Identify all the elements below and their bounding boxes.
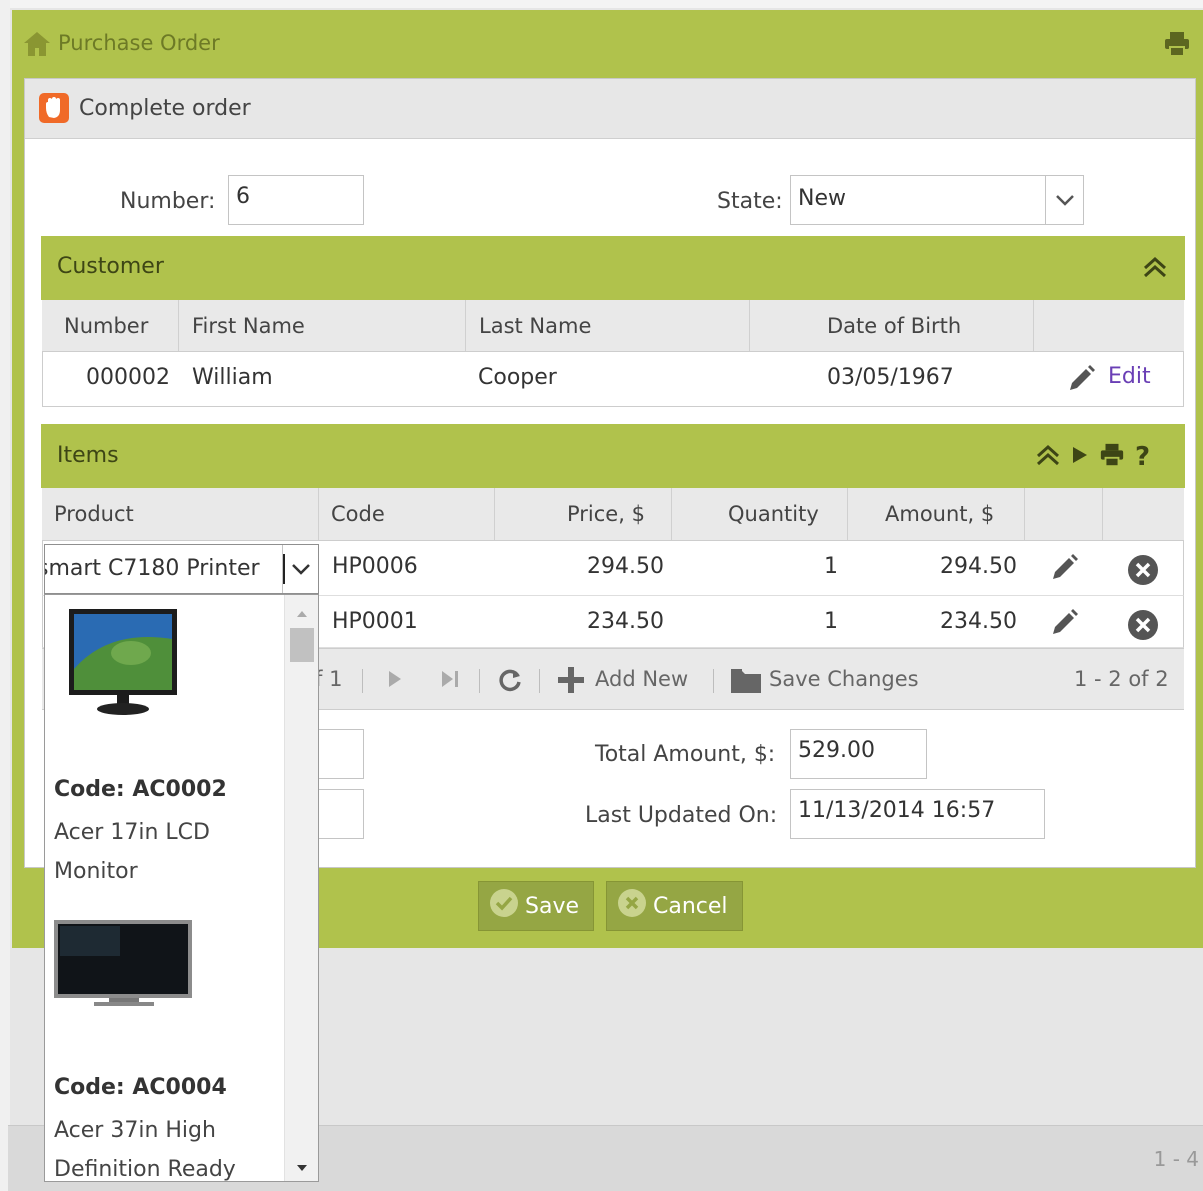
background-left-edge <box>0 0 10 1191</box>
last-updated-field[interactable]: 11/13/2014 16:57 <box>790 789 1045 839</box>
help-icon[interactable]: ? <box>1135 444 1150 470</box>
items-toolbar: ? <box>1035 442 1150 472</box>
customer-panel-title: Customer <box>57 254 164 279</box>
pencil-icon[interactable] <box>1048 552 1080 590</box>
item-quantity: 1 <box>824 554 838 579</box>
hand-icon <box>39 93 69 123</box>
item-price: 234.50 <box>587 609 664 634</box>
column-header-last-name[interactable]: Last Name <box>479 300 591 351</box>
delete-icon[interactable] <box>1127 554 1159 592</box>
column-header-code[interactable]: Code <box>331 488 385 540</box>
option-name[interactable]: Acer 37in High Definition Ready <box>54 1111 274 1181</box>
product-combobox[interactable]: smart C7180 Printer <box>44 544 319 594</box>
column-header-amount[interactable]: Amount, $ <box>885 488 994 540</box>
home-icon <box>22 29 52 63</box>
column-header-date-of-birth[interactable]: Date of Birth <box>827 300 961 351</box>
background-strip <box>0 0 1203 8</box>
state-select[interactable]: New <box>790 175 1084 225</box>
save-button[interactable]: Save <box>478 881 594 931</box>
items-panel-header[interactable] <box>41 424 1185 488</box>
state-value: New <box>798 186 846 211</box>
number-field[interactable]: 6 <box>228 175 364 225</box>
collapse-icon[interactable] <box>1142 255 1168 283</box>
customer-panel-header[interactable] <box>41 236 1185 300</box>
window-title: Purchase Order <box>58 31 220 55</box>
print-icon[interactable] <box>1163 30 1191 62</box>
pager-range: 1 - 2 of 2 <box>1074 667 1169 691</box>
last-updated-label: Last Updated On: <box>585 803 778 828</box>
total-amount-label: Total Amount, $: <box>595 742 776 767</box>
cancel-button-label: Cancel <box>653 893 728 919</box>
monitor-image-icon <box>69 609 179 723</box>
delete-icon[interactable] <box>1127 609 1159 647</box>
last-page-icon[interactable] <box>440 669 460 694</box>
item-price: 294.50 <box>587 554 664 579</box>
save-changes-button[interactable]: Save Changes <box>769 667 919 691</box>
chevron-down-icon[interactable] <box>282 545 318 593</box>
product-dropdown-list[interactable]: Code: AC0002 Acer 17in LCD Monitor Code:… <box>44 594 319 1182</box>
option-code[interactable]: Code: AC0004 <box>54 1075 227 1100</box>
pencil-icon[interactable] <box>1048 607 1080 645</box>
customer-number: 000002 <box>86 365 170 390</box>
folder-icon[interactable] <box>729 665 763 700</box>
collapse-icon[interactable] <box>1035 443 1061 471</box>
customer-dob: 03/05/1967 <box>827 365 954 390</box>
refresh-icon[interactable] <box>497 667 523 698</box>
column-header-product[interactable]: Product <box>54 488 134 540</box>
play-icon[interactable] <box>1071 444 1089 470</box>
items-panel-title: Items <box>57 443 119 468</box>
next-page-icon[interactable] <box>387 669 403 694</box>
cancel-button[interactable]: Cancel <box>606 881 743 931</box>
column-header-price[interactable]: Price, $ <box>567 488 645 540</box>
save-button-label: Save <box>525 893 580 919</box>
scrollbar-thumb[interactable] <box>290 628 314 662</box>
option-code[interactable]: Code: AC0002 <box>54 777 227 802</box>
add-icon[interactable] <box>556 665 586 700</box>
cancel-circle-icon <box>617 888 647 924</box>
scroll-down-icon[interactable] <box>296 1157 308 1176</box>
check-circle-icon <box>489 888 519 924</box>
items-grid-header: Product Code Price, $ Quantity Amount, $ <box>42 488 1184 541</box>
tv-image-icon <box>54 920 194 1014</box>
total-amount-field[interactable]: 529.00 <box>790 729 927 779</box>
page-count: f 1 <box>315 667 343 691</box>
add-new-button[interactable]: Add New <box>595 667 688 691</box>
column-header-first-name[interactable]: First Name <box>192 300 305 351</box>
scroll-up-icon[interactable] <box>296 603 308 622</box>
item-code: HP0001 <box>332 609 418 634</box>
edit-customer-link[interactable]: Edit <box>1108 364 1151 389</box>
customer-first-name: William <box>192 365 273 390</box>
column-header-number[interactable]: Number <box>64 300 148 351</box>
state-label: State: <box>717 189 783 214</box>
item-amount: 234.50 <box>940 609 1017 634</box>
dropdown-scrollbar[interactable] <box>284 595 318 1181</box>
option-name[interactable]: Acer 17in LCD Monitor <box>54 813 274 891</box>
item-quantity: 1 <box>824 609 838 634</box>
pencil-icon[interactable] <box>1065 363 1097 401</box>
item-amount: 294.50 <box>940 554 1017 579</box>
column-header-quantity[interactable]: Quantity <box>728 488 819 540</box>
product-input-value[interactable]: smart C7180 Printer <box>45 556 285 581</box>
item-code: HP0006 <box>332 554 418 579</box>
table-row[interactable]: 000002 William Cooper 03/05/1967 Edit <box>42 352 1184 407</box>
customer-last-name: Cooper <box>478 365 557 390</box>
background-pager-text: 1 - 4 <box>1153 1147 1199 1171</box>
chevron-down-icon[interactable] <box>1045 176 1083 224</box>
print-icon[interactable] <box>1099 442 1125 472</box>
number-label: Number: <box>120 189 216 214</box>
dialog-title: Complete order <box>79 96 251 121</box>
customer-grid-header: Number First Name Last Name Date of Birt… <box>42 300 1184 352</box>
